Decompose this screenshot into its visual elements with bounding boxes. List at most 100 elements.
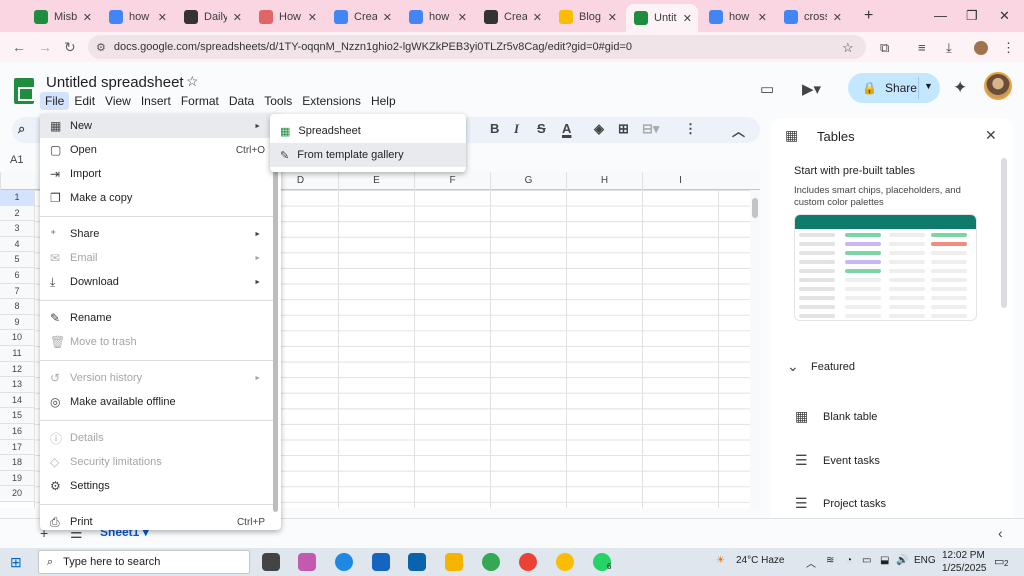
menu-scrollbar[interactable] bbox=[273, 120, 279, 516]
browser-tab[interactable]: How ✕ bbox=[251, 4, 323, 30]
tab-close-icon[interactable]: ✕ bbox=[833, 11, 842, 24]
tab-close-icon[interactable]: ✕ bbox=[458, 11, 467, 24]
featured-label[interactable]: Featured bbox=[811, 361, 855, 373]
row-header[interactable]: 6 bbox=[0, 267, 34, 284]
menu-extensions[interactable]: Extensions bbox=[297, 92, 366, 110]
notification-icon[interactable]: ▭ bbox=[994, 555, 1004, 568]
column-header[interactable]: F bbox=[414, 172, 490, 190]
copilot-icon[interactable] bbox=[298, 553, 316, 571]
chrome-active-icon[interactable] bbox=[556, 553, 574, 571]
show-side-panel-icon[interactable]: ‹ bbox=[998, 525, 1003, 541]
back-icon[interactable]: ← bbox=[12, 39, 26, 55]
reload-icon[interactable]: ↻ bbox=[64, 39, 76, 56]
tab-close-icon[interactable]: ✕ bbox=[683, 12, 692, 25]
file-menu-item-new[interactable]: ▦ New ► bbox=[40, 114, 273, 138]
meet-icon[interactable]: ▶▾ bbox=[802, 80, 821, 98]
tab-close-icon[interactable]: ✕ bbox=[83, 11, 92, 24]
file-menu-item-make-a-copy[interactable]: ❐ Make a copy bbox=[40, 186, 273, 210]
event-tasks-item[interactable]: Event tasks bbox=[823, 455, 880, 467]
bookmark-star-icon[interactable]: ☆ bbox=[842, 40, 854, 56]
fill-color-icon[interactable]: ◈ bbox=[594, 121, 604, 137]
downloads-icon[interactable]: ⤓ bbox=[946, 40, 952, 56]
row-header[interactable]: 16 bbox=[0, 423, 34, 440]
browser-tab[interactable]: Blog ✕ bbox=[551, 4, 623, 30]
browser-tab[interactable]: how t ✕ bbox=[701, 4, 773, 30]
store-icon[interactable] bbox=[372, 553, 390, 571]
menu-tools[interactable]: Tools bbox=[259, 92, 297, 110]
file-menu-item-move-to-trash[interactable]: 🗑 Move to trash bbox=[40, 330, 273, 354]
vertical-scrollbar[interactable] bbox=[750, 190, 760, 508]
chevron-down-icon[interactable]: ▼ bbox=[924, 81, 933, 91]
search-menus-icon[interactable]: ⌕ bbox=[18, 121, 25, 137]
close-window-button[interactable]: ✕ bbox=[999, 8, 1010, 24]
battery-saver-icon[interactable]: ⬓ bbox=[880, 555, 889, 566]
panel-scrollbar[interactable] bbox=[1001, 158, 1007, 308]
column-header[interactable]: G bbox=[490, 172, 566, 190]
battery-icon[interactable]: ▭ bbox=[862, 555, 871, 566]
italic-icon[interactable]: I bbox=[514, 121, 519, 137]
document-title[interactable]: Untitled spreadsheet bbox=[46, 74, 184, 91]
file-menu-item-rename[interactable]: ✎ Rename bbox=[40, 306, 273, 330]
star-icon[interactable]: ☆ bbox=[186, 73, 199, 90]
address-bar[interactable]: ⚙ docs.google.com/spreadsheets/d/1TY-oqq… bbox=[88, 35, 866, 59]
account-avatar[interactable] bbox=[984, 72, 1012, 100]
file-menu-item-make-available-offline[interactable]: ◎ Make available offline bbox=[40, 390, 273, 414]
row-header[interactable]: 19 bbox=[0, 470, 34, 487]
menu-view[interactable]: View bbox=[100, 92, 136, 110]
clock-date[interactable]: 1/25/2025 bbox=[942, 563, 987, 574]
file-menu-item-settings[interactable]: ⚙ Settings bbox=[40, 474, 273, 498]
tab-close-icon[interactable]: ✕ bbox=[158, 11, 167, 24]
column-header[interactable]: E bbox=[338, 172, 414, 190]
tab-close-icon[interactable]: ✕ bbox=[758, 11, 767, 24]
column-header[interactable]: I bbox=[642, 172, 718, 190]
minimize-button[interactable]: — bbox=[934, 8, 947, 23]
new-submenu-item[interactable]: ▦ Spreadsheet bbox=[270, 119, 466, 143]
chrome-icon[interactable] bbox=[482, 553, 500, 571]
browser-tab[interactable]: Untit ✕ bbox=[626, 4, 698, 32]
tab-close-icon[interactable]: ✕ bbox=[383, 11, 392, 24]
sheets-logo-icon[interactable] bbox=[14, 78, 34, 104]
row-header[interactable]: 13 bbox=[0, 377, 34, 393]
collapse-toolbar-icon[interactable]: ︿ bbox=[732, 121, 745, 140]
strikethrough-icon[interactable]: S bbox=[537, 121, 546, 136]
merge-cells-icon[interactable]: ⊟▾ bbox=[642, 121, 659, 137]
row-header[interactable]: 5 bbox=[0, 252, 34, 268]
row-header[interactable]: 18 bbox=[0, 455, 34, 471]
maximize-button[interactable]: ❐ bbox=[966, 8, 978, 24]
row-header[interactable]: 4 bbox=[0, 236, 34, 253]
browser-tab[interactable]: cross ✕ bbox=[776, 4, 848, 30]
file-menu-item-version-history[interactable]: ↺ Version history ► bbox=[40, 366, 273, 390]
menu-file[interactable]: File bbox=[40, 92, 70, 110]
menu-help[interactable]: Help bbox=[366, 92, 401, 110]
row-header[interactable]: 20 bbox=[0, 486, 34, 502]
chrome-profile-icon[interactable] bbox=[519, 553, 537, 571]
profile-avatar[interactable] bbox=[974, 41, 988, 55]
row-header[interactable]: 14 bbox=[0, 392, 34, 409]
row-header[interactable]: 15 bbox=[0, 408, 34, 424]
row-header[interactable]: 3 bbox=[0, 221, 34, 237]
new-tab-button[interactable]: + bbox=[864, 7, 873, 25]
menu-data[interactable]: Data bbox=[224, 92, 259, 110]
browser-tab[interactable]: Creat ✕ bbox=[326, 4, 398, 30]
share-button[interactable]: 🔒 Share ▼ bbox=[848, 73, 940, 103]
row-header[interactable]: 11 bbox=[0, 345, 34, 362]
language-indicator[interactable]: ENG bbox=[914, 555, 936, 566]
row-header[interactable]: 9 bbox=[0, 314, 34, 331]
tab-close-icon[interactable]: ✕ bbox=[233, 11, 242, 24]
tables-preview-image[interactable] bbox=[794, 214, 977, 321]
wifi-icon[interactable]: ≋ bbox=[826, 555, 834, 566]
file-menu-item-security-limitations[interactable]: ◇ Security limitations bbox=[40, 450, 273, 474]
task-view-icon[interactable] bbox=[262, 553, 280, 571]
extensions-icon[interactable]: ⧉ bbox=[880, 40, 889, 56]
browser-tab[interactable]: Creat ✕ bbox=[476, 4, 548, 30]
weather-text[interactable]: 24°C Haze bbox=[736, 555, 784, 566]
row-header[interactable]: 1 bbox=[0, 190, 34, 206]
row-header[interactable]: 12 bbox=[0, 361, 34, 378]
file-menu-item-import[interactable]: ⇥ Import bbox=[40, 162, 273, 186]
row-header[interactable]: 8 bbox=[0, 299, 34, 315]
close-icon[interactable]: ✕ bbox=[985, 127, 997, 144]
forward-icon[interactable]: → bbox=[38, 39, 52, 55]
file-explorer-icon[interactable] bbox=[445, 553, 463, 571]
file-menu-item-email[interactable]: ✉ Email ► bbox=[40, 246, 273, 270]
volume-icon[interactable]: 🔊 bbox=[896, 555, 908, 566]
